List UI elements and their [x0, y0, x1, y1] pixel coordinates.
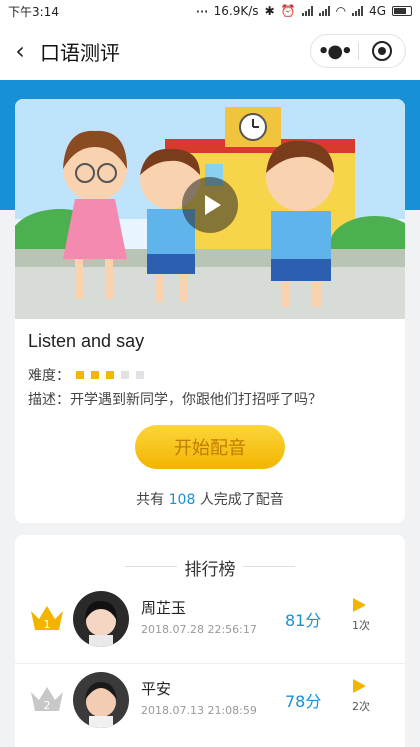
signal-icon	[301, 6, 313, 16]
completion-count: 共有 108 人完成了配音	[15, 489, 405, 509]
difficulty-rating	[76, 371, 144, 379]
bluetooth-icon: ✱	[264, 4, 275, 18]
description-label: 描述：	[28, 392, 70, 408]
difficulty-dot	[136, 371, 144, 379]
description-text: 开学遇到新同学，你跟他们打招呼了吗？	[70, 392, 322, 408]
signal-icon-3	[352, 6, 364, 16]
ranking-title: 排行榜	[15, 555, 405, 580]
difficulty-dot	[91, 371, 99, 379]
record-time: 2018.07.28 22:56:17	[141, 623, 257, 636]
play-recording-icon[interactable]	[353, 679, 369, 693]
record-time: 2018.07.13 21:08:59	[141, 704, 257, 717]
signal-icon-2	[318, 6, 330, 16]
count-prefix: 共有	[136, 492, 165, 508]
rank-number: 1	[44, 618, 51, 631]
ranking-card: 排行榜 1 周芷玉 2018.07.28 22:56:17 81分 1次 2 平…	[15, 535, 405, 747]
network-speed: 16.9K/s	[213, 4, 259, 18]
play-video-icon[interactable]	[182, 177, 238, 233]
battery-icon	[392, 6, 412, 16]
difficulty-dot	[106, 371, 114, 379]
alarm-icon: ⏰	[280, 4, 296, 18]
back-chevron-icon[interactable]: ‹	[0, 37, 40, 65]
status-time: 下午3:14	[8, 4, 59, 19]
ranking-row[interactable]: 1 周芷玉 2018.07.28 22:56:17 81分 1次	[15, 583, 405, 659]
more-dots-icon[interactable]: •●•	[311, 41, 358, 62]
difficulty-dot	[76, 371, 84, 379]
status-bar: 下午3:14 ··· 16.9K/s ✱ ⏰ ◠ 4G	[0, 0, 420, 22]
gold-crown-icon: 1	[31, 606, 63, 631]
lesson-card: Listen and say 难度： 描述： 开学遇到新同学，你跟他们打招呼了吗…	[15, 99, 405, 523]
count-suffix: 人完成了配音	[199, 492, 284, 508]
difficulty-dot	[121, 371, 129, 379]
nav-bar: ‹ 口语测评 •●•	[0, 22, 420, 80]
play-recording-icon[interactable]	[353, 598, 369, 612]
description-row: 描述： 开学遇到新同学，你跟他们打招呼了吗？	[28, 389, 322, 409]
score: 78分	[285, 692, 322, 711]
silver-crown-icon: 2	[31, 687, 63, 712]
count-number: 108	[168, 492, 196, 508]
user-name: 平安	[141, 680, 172, 698]
avatar[interactable]	[73, 591, 129, 647]
score: 81分	[285, 611, 322, 630]
more-icon: ···	[195, 1, 208, 21]
mini-program-capsule: •●•	[310, 34, 406, 68]
user-name: 周芷玉	[141, 599, 187, 617]
play-count: 2次	[352, 700, 370, 713]
lesson-title: Listen and say	[28, 331, 145, 351]
play-count: 1次	[352, 619, 370, 632]
wifi-icon: ◠	[335, 4, 347, 18]
close-target-icon[interactable]	[358, 41, 405, 61]
page-title: 口语测评	[40, 40, 120, 65]
difficulty-row: 难度：	[28, 365, 144, 385]
network-type: 4G	[369, 4, 386, 18]
rank-number: 2	[44, 699, 51, 712]
start-dubbing-button[interactable]: 开始配音	[135, 425, 285, 469]
ranking-row[interactable]: 2 平安 2018.07.13 21:08:59 78分 2次	[15, 663, 405, 739]
difficulty-label: 难度：	[28, 368, 70, 384]
avatar[interactable]	[73, 672, 129, 728]
